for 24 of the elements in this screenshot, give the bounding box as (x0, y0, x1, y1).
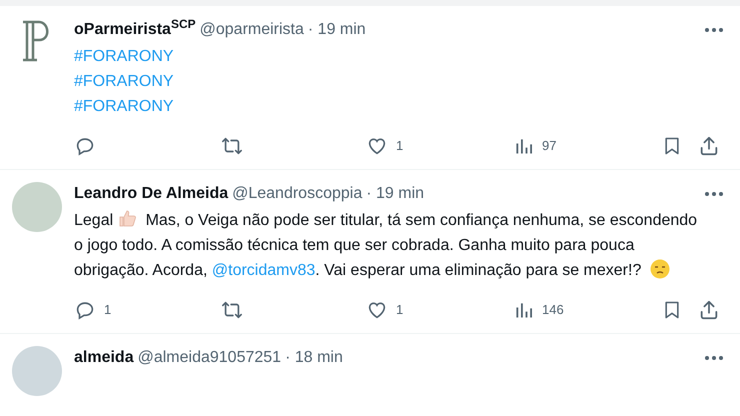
post-time[interactable]: · 19 min (308, 18, 366, 42)
share-icon[interactable] (698, 135, 720, 157)
views-count: 97 (542, 137, 556, 156)
more-icon[interactable] (704, 27, 724, 33)
unamused-face-icon (650, 259, 670, 279)
tweet-text: Legal Mas, o Veiga não pode ser titular, tá sem confiança nenhuma, se escondendo o jogo todo. A comissão técnica tem que ser cobrada. Ganha muito para pouca obrigação. Acorda, @torcidamv83. Vai esperar uma eliminação para se mexer!? (74, 208, 710, 283)
more-icon[interactable] (704, 355, 724, 361)
reply-count: 1 (104, 301, 112, 320)
retweet-icon[interactable] (220, 135, 244, 157)
thumbs-up-icon (118, 208, 138, 228)
post-time[interactable]: · 18 min (285, 346, 343, 370)
views-count: 146 (542, 301, 564, 320)
like-count: 1 (396, 301, 404, 320)
author-name[interactable]: Leandro De Almeida (74, 182, 228, 206)
share-icon[interactable] (698, 299, 720, 321)
post-time[interactable]: · 19 min (366, 182, 424, 206)
author-name[interactable]: oParmeirista$^{SCP}$ (74, 18, 196, 42)
author-handle[interactable]: @oparmeirista (200, 18, 304, 42)
author-handle[interactable]: @almeida91057251 (138, 346, 282, 370)
author-handle[interactable]: @Leandroscoppia (232, 182, 362, 206)
retweet-icon[interactable] (220, 299, 244, 321)
author-name[interactable]: almeida (74, 346, 134, 370)
like-count: 1 (396, 137, 404, 156)
more-icon[interactable] (704, 191, 724, 197)
